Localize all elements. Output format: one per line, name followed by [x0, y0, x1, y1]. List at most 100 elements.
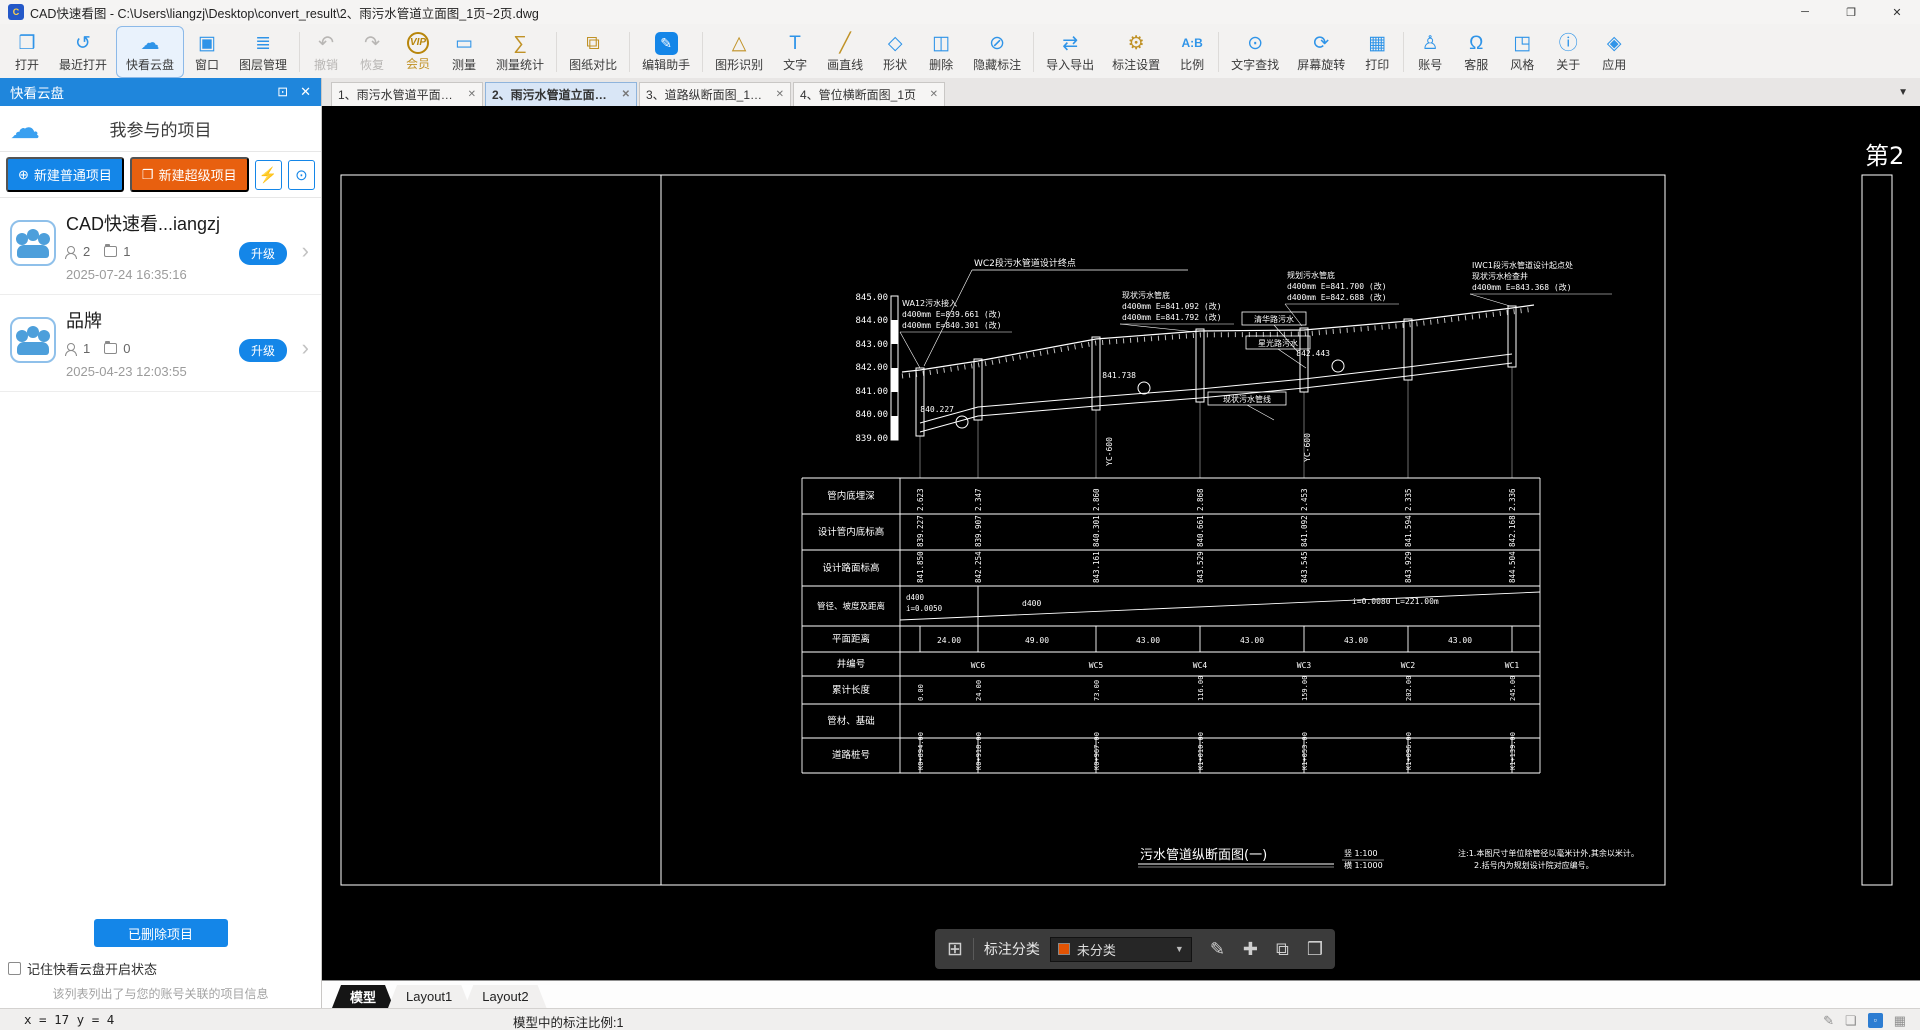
- cloud-panel-footer: 已删除项目 记住快看云盘开启状态 该列表列出了与您的账号关联的项目信息: [0, 911, 321, 1008]
- toolbar-item-cloud-drive[interactable]: ☁快看云盘: [116, 26, 184, 78]
- upgrade-badge[interactable]: 升级: [239, 242, 287, 265]
- svg-text:管径、坡度及距离: 管径、坡度及距离: [817, 601, 885, 612]
- rotate-icon: ⟳: [1313, 31, 1329, 55]
- toolbar-separator: [629, 32, 630, 72]
- toolbar-item-support[interactable]: Ω客服: [1453, 26, 1499, 78]
- svg-text:WC1: WC1: [1505, 661, 1520, 670]
- toolbar-item-about[interactable]: ⓘ关于: [1545, 26, 1591, 78]
- toolbar-separator: [702, 32, 703, 72]
- tab-layout2[interactable]: Layout2: [464, 985, 546, 1008]
- svg-text:159.00: 159.00: [1301, 676, 1309, 701]
- edit-annotation-icon[interactable]: ✎: [1210, 939, 1225, 960]
- chevron-right-icon[interactable]: ›: [302, 238, 309, 264]
- projects-section-header: ☁ 我参与的项目: [0, 106, 321, 152]
- toolbar-item-hide-annotations[interactable]: ⊘隐藏标注: [964, 26, 1030, 78]
- tab-close-icon[interactable]: ✕: [776, 89, 784, 100]
- status-pages-icon[interactable]: ❏: [1845, 1014, 1857, 1027]
- toolbar-item-open[interactable]: ❒打开: [4, 26, 50, 78]
- svg-text:d400mm E=839.661 (改): d400mm E=839.661 (改): [902, 309, 1002, 319]
- toolbar-item-erase[interactable]: ◫删除: [918, 26, 964, 78]
- cursor-coordinates: x = 17 y = 4: [24, 1012, 114, 1027]
- sync-button[interactable]: ⚡: [255, 160, 282, 190]
- toolbar-item-undo[interactable]: ↶撤销: [303, 26, 349, 78]
- project-card[interactable]: 品牌 1 0 升级 › 2025-04-23 12:03:55: [0, 295, 321, 392]
- status-note-icon[interactable]: ✎: [1823, 1014, 1834, 1027]
- toolbar-item-recent-files[interactable]: ↺最近打开: [50, 26, 116, 78]
- toolbar-item-rotate-screen[interactable]: ⟳屏幕旋转: [1288, 26, 1354, 78]
- tab-road-profile[interactable]: 3、道路纵断面图_1页…✕: [639, 82, 791, 106]
- deleted-projects-button[interactable]: 已删除项目: [94, 919, 228, 947]
- tab-plan-view[interactable]: 1、雨污水管道平面图…✕: [331, 82, 483, 106]
- svg-text:d400: d400: [1022, 599, 1041, 608]
- tab-model[interactable]: 模型: [332, 985, 394, 1008]
- svg-text:843.929: 843.929: [1404, 551, 1413, 583]
- svg-text:污水管道纵断面图(一): 污水管道纵断面图(一): [1140, 848, 1267, 863]
- toolbar-item-measure[interactable]: ▭测量: [441, 26, 487, 78]
- tab-close-icon[interactable]: ✕: [930, 89, 938, 100]
- tab-profile-view[interactable]: 2、雨污水管道立面图…✕: [485, 82, 637, 106]
- svg-text:843.161: 843.161: [1092, 551, 1101, 583]
- close-panel-icon[interactable]: ✕: [300, 84, 311, 100]
- tab-cross-section[interactable]: 4、管位横断面图_1页✕: [793, 82, 945, 106]
- toolbar-item-text[interactable]: T文字: [772, 26, 818, 78]
- app-icon: C: [8, 4, 24, 20]
- toolbar-item-print[interactable]: ▦打印: [1354, 26, 1400, 78]
- toolbar-item-scale[interactable]: A:B比例: [1169, 26, 1215, 78]
- line-icon: ╱: [839, 31, 850, 55]
- minimize-button[interactable]: ─: [1782, 0, 1828, 24]
- project-card[interactable]: CAD快速看...iangzj 2 1 升级 › 2025-07-24 16:3…: [0, 198, 321, 295]
- toolbar-item-redo[interactable]: ↷恢复: [349, 26, 395, 78]
- svg-text:规划污水管底: 规划污水管底: [1287, 270, 1335, 280]
- toolbar-item-annotation-settings[interactable]: ⚙标注设置: [1103, 26, 1169, 78]
- status-blue-badge-icon[interactable]: ▫: [1868, 1013, 1883, 1028]
- project-list: CAD快速看...iangzj 2 1 升级 › 2025-07-24 16:3…: [0, 198, 321, 911]
- svg-text:WC5: WC5: [1089, 661, 1104, 670]
- copy-annotation-icon[interactable]: ⧉: [1276, 939, 1289, 960]
- category-dropdown[interactable]: 未分类 ▼: [1050, 937, 1192, 962]
- files-icon: [104, 246, 117, 257]
- toolbar-item-shape-recognition[interactable]: △图形识别: [706, 26, 772, 78]
- tab-layout1[interactable]: Layout1: [388, 985, 470, 1008]
- toolbar-item-drawing-compare[interactable]: ⧉图纸对比: [560, 26, 626, 78]
- svg-text:840.661: 840.661: [1196, 515, 1205, 547]
- new-normal-project-button[interactable]: ⊕新建普通项目: [6, 157, 124, 192]
- maximize-button[interactable]: ❐: [1828, 0, 1874, 24]
- svg-text:841.092: 841.092: [1300, 515, 1309, 547]
- cloud-drive-panel: 快看云盘 ⊡ ✕ ☁ 我参与的项目 ⊕新建普通项目 ❒新建超级项目 ⚡ ⊙ CA…: [0, 78, 322, 1008]
- svg-text:840.301: 840.301: [1092, 515, 1101, 547]
- toolbar-item-find-text[interactable]: ⊙文字查找: [1222, 26, 1288, 78]
- toolbar-item-edit-assistant[interactable]: ✎编辑助手: [633, 26, 699, 78]
- toolbar-item-window[interactable]: ▣窗口: [184, 26, 230, 78]
- search-project-button[interactable]: ⊙: [288, 160, 315, 190]
- toolbar-item-measure-statistics[interactable]: ∑测量统计: [487, 26, 553, 78]
- chevron-right-icon[interactable]: ›: [302, 335, 309, 361]
- tab-close-icon[interactable]: ✕: [468, 89, 476, 100]
- svg-text:注:1.本图尺寸单位除管径以毫米计外,其余以米计。: 注:1.本图尺寸单位除管径以毫米计外,其余以米计。: [1458, 848, 1639, 858]
- close-button[interactable]: ✕: [1874, 0, 1920, 24]
- toolbar-item-apps[interactable]: ◈应用: [1591, 26, 1637, 78]
- cad-canvas[interactable]: 第2 845.00 844.00 843.00 842.00 841.00 84…: [322, 106, 1920, 1008]
- toolbar-item-shapes[interactable]: ◇形状: [872, 26, 918, 78]
- toolbar-item-import-export[interactable]: ⇄导入导出: [1037, 26, 1103, 78]
- tab-list-caret-icon[interactable]: ▼: [1898, 87, 1908, 98]
- move-annotation-icon[interactable]: ✚: [1243, 939, 1258, 960]
- svg-text:K1+139.00: K1+139.00: [1509, 732, 1517, 770]
- tab-close-icon[interactable]: ✕: [622, 89, 630, 100]
- status-grid-icon[interactable]: ▦: [1894, 1014, 1906, 1027]
- sheet-frame: [341, 175, 1892, 885]
- upgrade-badge[interactable]: 升级: [239, 339, 287, 362]
- panel-caption: 该列表列出了与您的账号关联的项目信息: [0, 985, 321, 1002]
- toolbar-item-account[interactable]: ♙账号: [1407, 26, 1453, 78]
- annotation-grid-icon[interactable]: ⊞: [947, 938, 963, 961]
- dock-panel-icon[interactable]: ⊡: [277, 84, 288, 100]
- paste-annotation-icon[interactable]: ❒: [1307, 939, 1323, 960]
- svg-text:842.168: 842.168: [1508, 515, 1517, 547]
- svg-text:2.括号内为规划设计院对应编号。: 2.括号内为规划设计院对应编号。: [1474, 860, 1594, 870]
- toolbar-item-vip-member[interactable]: VIP会员: [395, 26, 441, 78]
- toolbar-item-style[interactable]: ◳风格: [1499, 26, 1545, 78]
- remember-state-checkbox[interactable]: [8, 962, 21, 975]
- toolbar-item-draw-line[interactable]: ╱画直线: [818, 26, 872, 78]
- toolbar-item-layer-manager[interactable]: ≣图层管理: [230, 26, 296, 78]
- new-super-project-button[interactable]: ❒新建超级项目: [130, 157, 249, 192]
- project-name: CAD快速看...iangzj: [66, 210, 311, 236]
